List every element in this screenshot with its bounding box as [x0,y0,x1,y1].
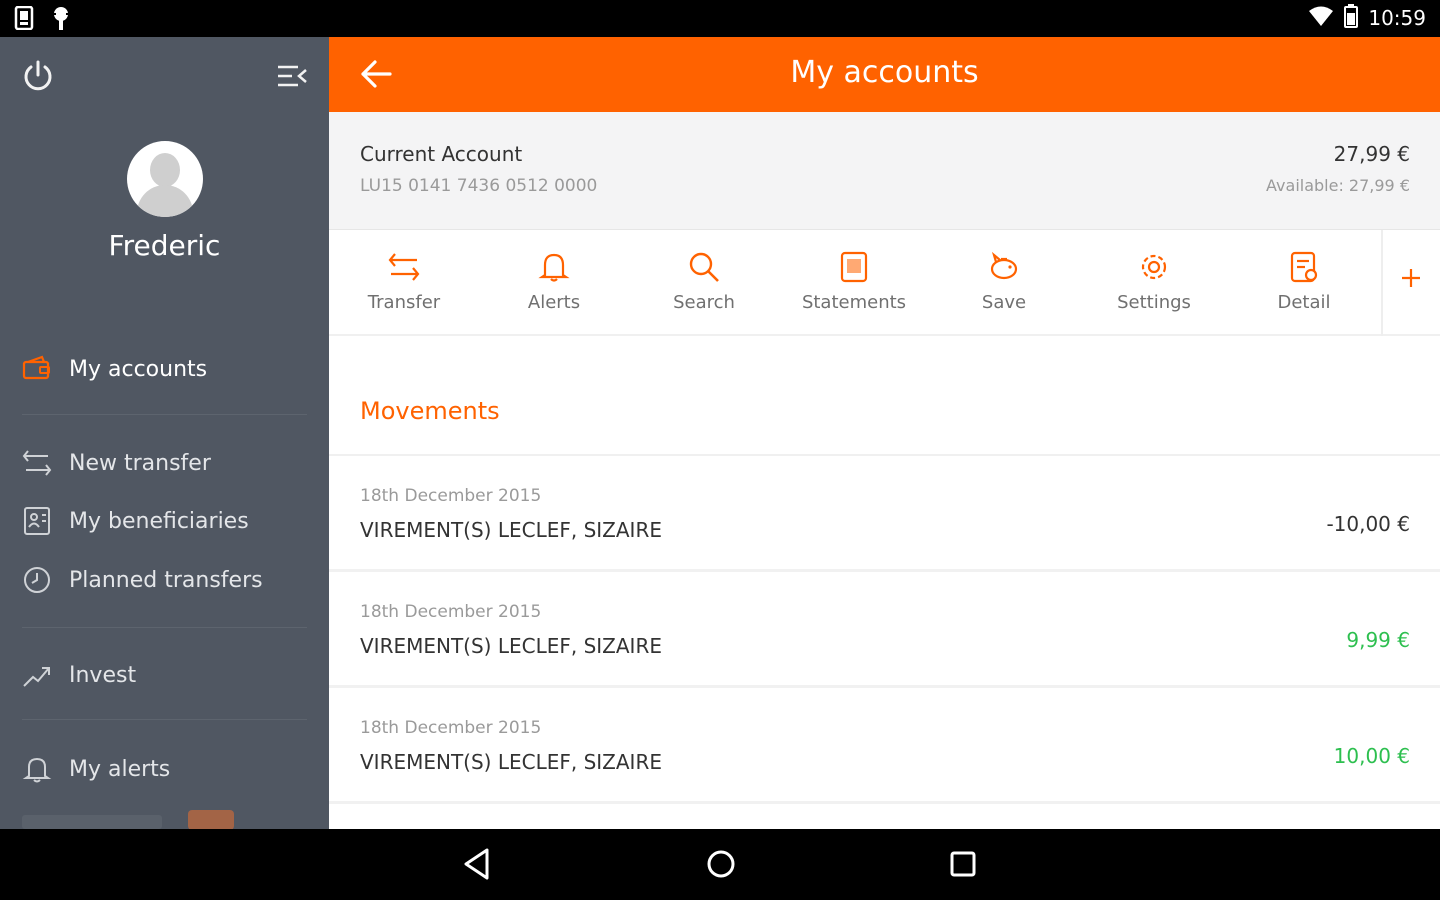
usb-debug-icon [50,6,72,36]
battery-icon [1344,4,1359,32]
divider [22,627,307,628]
page-title: My accounts [790,55,979,90]
clock-icon [22,565,52,595]
divider [1381,230,1383,336]
transfer-icon [22,448,52,478]
wallet-icon [22,354,52,384]
movement-row[interactable]: 18th December 2015 VIREMENT(S) LECLEF, S… [329,572,1440,688]
trend-icon [22,660,52,690]
sidebar-item-partial [22,815,162,829]
notification-badge [188,810,234,829]
navigation-drawer: Frederic My accounts New transfer My ben… [0,37,329,829]
search-button[interactable]: Search [629,230,779,336]
status-bar: 10:59 [0,0,1440,37]
movement-row[interactable]: 18th December 2015 VIREMENT(S) LECLEF, S… [329,456,1440,572]
action-label: Save [981,292,1027,313]
settings-button[interactable]: Settings [1079,230,1229,336]
alerts-button[interactable]: Alerts [479,230,629,336]
contacts-icon [22,506,52,536]
back-icon[interactable] [462,847,492,885]
movement-date: 18th December 2015 [360,602,542,622]
main-content: My accounts Current Account LU15 0141 74… [329,37,1440,829]
action-label: Transfer [367,292,441,313]
movement-description: VIREMENT(S) LECLEF, SIZAIRE [360,518,662,542]
divider [22,414,307,415]
search-icon [687,250,721,284]
bell-icon [22,754,52,784]
movement-description: VIREMENT(S) LECLEF, SIZAIRE [360,750,662,774]
transfer-icon [387,250,421,284]
sidebar-item-new-transfer[interactable]: New transfer [0,441,329,485]
movement-date: 18th December 2015 [360,718,542,738]
power-icon[interactable] [22,59,54,97]
sidebar-item-my-beneficiaries[interactable]: My beneficiaries [0,499,329,543]
sidebar-item-label: New transfer [69,450,211,476]
action-label: Alerts [527,292,581,313]
sidebar-item-my-alerts[interactable]: My alerts [0,747,329,791]
movement-amount: 9,99 € [1346,628,1410,652]
action-label: Detail [1277,292,1331,313]
add-icon[interactable] [1399,266,1423,294]
system-navigation-bar [0,829,1440,900]
account-iban: LU15 0141 7436 0512 0000 [360,176,598,196]
bell-icon [537,250,571,284]
sidebar-item-label: Invest [69,662,137,688]
transfer-button[interactable]: Transfer [329,230,479,336]
movement-date: 18th December 2015 [360,486,542,506]
action-label: Settings [1117,292,1191,313]
sidebar-item-my-accounts[interactable]: My accounts [0,347,329,391]
recent-apps-icon[interactable] [948,849,978,883]
movement-amount: -10,00 € [1326,512,1410,536]
sidebar-item-label: Planned transfers [69,567,263,593]
statements-button[interactable]: Statements [779,230,929,336]
action-label: Statements [801,292,907,313]
clock: 10:59 [1368,6,1426,30]
sidebar-item-planned-transfers[interactable]: Planned transfers [0,558,329,602]
avatar[interactable] [127,141,203,217]
account-name: Current Account [360,142,523,166]
detail-button[interactable]: Detail [1229,230,1379,336]
sidebar-item-label: My alerts [69,756,171,782]
movement-description: VIREMENT(S) LECLEF, SIZAIRE [360,634,662,658]
gear-icon [1137,250,1171,284]
movement-row[interactable]: 18th December 2015 VIREMENT(S) LECLEF, S… [329,688,1440,804]
account-actions: Transfer Alerts Search Statements Save S… [329,230,1440,336]
divider [22,719,307,720]
app-bar: My accounts [329,37,1440,112]
sidebar-item-label: My accounts [69,356,208,382]
sidebar-item-invest[interactable]: Invest [0,653,329,697]
user-name: Frederic [108,229,221,262]
sidebar-item-label: My beneficiaries [69,508,249,534]
action-label: Search [673,292,735,313]
wifi-icon [1308,5,1334,31]
document-icon [837,250,871,284]
account-summary[interactable]: Current Account LU15 0141 7436 0512 0000… [329,112,1440,230]
sim-card-icon [14,5,34,36]
home-icon[interactable] [704,847,738,885]
piggy-bank-icon [987,250,1021,284]
detail-icon [1287,250,1321,284]
account-balance: 27,99 € [1333,142,1410,166]
movement-amount: 10,00 € [1333,744,1410,768]
account-available-balance: Available: 27,99 € [1266,176,1410,195]
save-button[interactable]: Save [929,230,1079,336]
movements-title: Movements [360,397,500,425]
menu-collapse-icon[interactable] [276,64,308,92]
